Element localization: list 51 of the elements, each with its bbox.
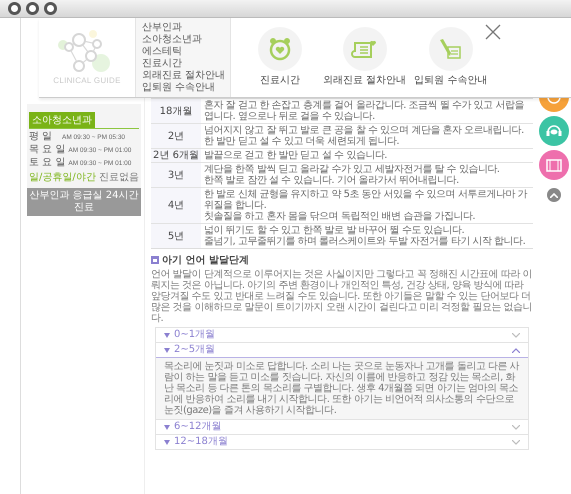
milestone-text: 한쪽 발로 잠깐 설 수 있습니다. 기어 올라가서 뛰어내립니다. (204, 175, 460, 186)
triangle-icon (164, 348, 170, 352)
age-cell: 18개월 (151, 99, 201, 123)
milestone-text: 발끝으로 걷고 한 발만 딛고 설 수 있습니다. (204, 150, 388, 161)
milestone-text: 한 발만 딛고 설 수 있고 더욱 세련되게 됩니다. (204, 136, 400, 147)
triangle-icon (164, 424, 170, 430)
age-cell: 2년 (151, 124, 201, 148)
quick-menu-button[interactable] (539, 150, 569, 180)
age-cell: 3년 (151, 163, 201, 187)
shortcut-link[interactable]: 외래진료 절차안내 (323, 27, 406, 87)
window-control-icon[interactable] (8, 2, 21, 15)
chevron-up-icon (512, 348, 520, 352)
close-icon[interactable] (485, 24, 501, 40)
day-label: 목 요 일 (29, 144, 66, 156)
menu-link[interactable]: 산부인과 (142, 22, 224, 34)
milestone-text: 줄넘기, 고무줄뛰기를 하며 롤러스케이트와 두발 자전거를 타기 시작 합니다. (204, 236, 526, 247)
scroll-top-button[interactable] (547, 188, 561, 202)
triangle-icon (164, 440, 170, 444)
age-cell: 4년 (151, 188, 201, 223)
triangle-icon (164, 332, 170, 338)
closed-note: 일/공휴일/야간 진료없음 (29, 172, 139, 184)
milestone-text: 한 발로 신체 균형을 유지하고 약 5초 동안 서있을 수 있으며 서투르게나마 가위질을 합니다. (204, 189, 528, 211)
milestone-text: 넓이 뛰기도 할 수 있고 한쪽 발로 발 바꾸어 뛸 수도 있습니다. (204, 225, 466, 236)
milestone-text: 칫솔질을 하고 혼자 몸을 닦으며 독립적인 배변 습관을 가집니다. (204, 211, 476, 222)
menu-link[interactable]: 소아청소년과 (142, 34, 224, 46)
milestone-text: 혼자 잘 걷고 한 손잡고 층계를 걸어 올라갑니다. 조금씩 뛸 수가 있고 서랍을 엽니다. 옆으로나 뒤로 걸을 수 있습니다. (204, 100, 525, 122)
film-icon (546, 158, 562, 172)
headset-icon (545, 123, 563, 139)
window-control-icon[interactable] (44, 2, 57, 15)
day-label: 토 요 일 (29, 157, 66, 169)
shortcut-link[interactable]: 입퇴원 수속안내 (414, 27, 488, 87)
intro-paragraph: 언어 발달이 단계적으로 이루어지는 것은 사실이지만 그렇다고 꼭 정해진 시간표에 따라 이뤄지는 것은 아닙니다. 아기의 주변 환경이나 개인적인 특성, 건강 상태, 양육 방식에 따라 앞당겨질 수도 있고 반대로 느려질 수도 있습니다. 또한 아기들은 말할 수 있는 단어보다 더 많은 것을 이해하므로 말문이 트이기까지 오랜 시간이 걸린다고 미리 걱정할 필요는 없습니다. (151, 269, 533, 324)
window-control-icon[interactable] (26, 2, 39, 15)
menu-link[interactable]: 진료시간 (142, 58, 224, 70)
milestone-text: 넘어지지 않고 잘 뛰고 발로 큰 공을 찰 수 있으며 계단을 혼자 오르내립니다. (204, 125, 525, 136)
chevron-down-icon (512, 440, 520, 444)
chevron-down-icon (512, 424, 520, 430)
heading-marker-icon (151, 256, 159, 264)
accordion-body-text: 목소리에 눈짓과 미소로 답합니다. 소리 나는 곳으로 눈동자나 고개를 돌리고 다른 사람이 하는 말을 듣고 미소를 짓습니다. 자신의 이름에 반응하고 정감 있는 목소리, 화난 목소리 등 다른 톤의 목소리를 구별합니다. 생후 4개월쯤 되면 아기는 엄마의 목소리에 반응하여 소리를 내기 시작합니다. 또한 아기는 비언어적 의사소통의 수단으로 눈짓(gaze)을 즐겨 사용하기 시작합니다. (156, 358, 528, 420)
menu-link[interactable]: 외래진료 절차안내 (142, 70, 224, 82)
menu-link[interactable]: 에스테틱 (142, 46, 224, 58)
chevron-up-icon (550, 192, 558, 198)
section-title: 아기 언어 발달단계 (162, 254, 249, 267)
day-label: 평 일 (29, 131, 54, 143)
age-cell: 2년 6개월 (151, 149, 201, 162)
chevron-down-icon (512, 332, 520, 338)
shortcut-link[interactable]: 진료시간 (245, 27, 315, 87)
emergency-banner: 산부인과 응급실 24시간 진료 (27, 188, 141, 216)
age-cell: 5년 (151, 224, 201, 248)
milestone-text: 계단을 한쪽 발씩 딛고 올라갈 수가 있고 세발자전거를 탈 수 있습니다. (204, 164, 500, 175)
menu-link[interactable]: 입퇴원 수속안내 (142, 82, 224, 94)
